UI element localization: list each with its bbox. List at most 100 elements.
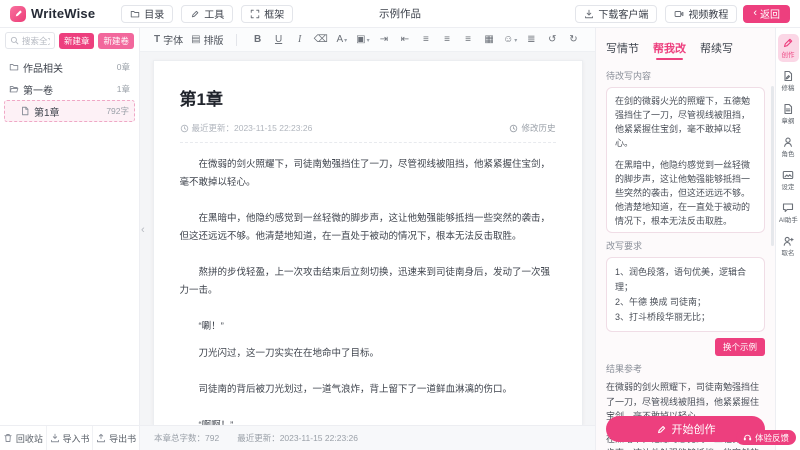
editor-paragraph[interactable]: 刀光闪过，这一刀实实在在地命中了目标。 [180,345,556,363]
align-left-button[interactable]: ≡ [419,34,433,45]
sidebar-footer: 回收站导入书导出书 [0,425,139,450]
feature-rail: 创作修稿章纲角色设定 AI助手取名 [775,28,800,450]
editor-paragraph[interactable]: “唰！” [180,318,556,336]
format-toolbar: T字体 ▤排版 BUI ⌫ A▾ ▣▾ ⇥ ⇤ ≡ ≡ ≡ ▦ ☺▾ ≣ ↺ ↻ [140,28,595,52]
align-right-button[interactable]: ≡ [461,34,475,45]
editor-paragraph[interactable]: 在微弱的剑火照耀下，司徒南勉强挡住了一刀，尽管视线被阻挡，他紧紧握住宝剑，毫不敢… [180,156,556,192]
source-paragraph: 在黑暗中，他隐约感觉到一丝轻微的脚步声，这让他勉强能够抵挡一些突然的袭击，但这还… [615,159,756,229]
download-icon [584,9,594,19]
editor-paragraph[interactable]: 在黑暗中，他隐约感觉到一丝轻微的脚步声，这让他勉强能够抵挡一些突然的袭击，但这还… [180,210,556,246]
word-count: 本章总字数：792 [154,432,219,444]
change-example-button[interactable]: 换个示例 [715,338,765,356]
new-chapter-button[interactable]: 新建章 [59,33,95,49]
format-icon-group: BUI ⌫ A▾ ▣▾ ⇥ ⇤ ≡ ≡ ≡ ▦ ☺▾ ≣ ↺ ↻ [251,34,581,45]
redo-button[interactable]: ↻ [566,34,580,45]
panel-scrollbar[interactable] [771,86,774,246]
align-center-button[interactable]: ≡ [440,34,454,45]
ai-assistant-panel: 写情节帮我改帮续写 待改写内容 在剑的微弱火光的照耀下，五德勉强挡住了一刀，尽管… [595,28,775,450]
bold-button[interactable]: B [251,34,265,45]
document-title: 示例作品 [379,6,421,21]
tree-item-chapter-1[interactable]: 第1章792字 [4,100,135,122]
headset-icon [743,433,752,442]
chapter-tree: 作品相关0章第一卷1章第1章792字 [0,53,139,125]
rail-characters-button[interactable]: 角色 [778,133,799,161]
paragraph-group: 司徒南的背后被刀光划过，一道气浪炸，背上留下了一道鲜血淋漓的伤口。 [180,381,556,399]
line-spacing-button[interactable]: ≣ [524,34,538,45]
rail-chapter-outline-button[interactable]: 章纲 [778,100,799,128]
revision-history-button[interactable]: 修改历史 [509,122,555,134]
clear-format-button[interactable]: ⌫ [314,34,328,45]
tab-help-continue[interactable]: 帮续写 [700,40,733,60]
layout-button[interactable]: ▤排版 [187,32,227,47]
import-book-button[interactable]: 导入书 [46,426,93,450]
person-icon [782,136,794,148]
font-icon: T [154,34,160,45]
back-button[interactable]: ‹ 返回 [743,5,790,23]
insert-divider-button[interactable]: ▦ [482,34,496,45]
search-input[interactable] [22,36,50,46]
tree-item-works-related[interactable]: 作品相关0章 [0,56,139,78]
font-color-button[interactable]: A▾ [335,34,349,45]
editor-page[interactable]: 第1章 最近更新：2023-11-15 22:23:26 修改历史 [153,60,583,425]
tree-item-count: 0章 [117,61,130,73]
underline-button[interactable]: U [272,34,286,45]
writewise-logo-icon [10,6,26,22]
tree-item-volume-1[interactable]: 第一卷1章 [0,78,139,100]
chapter-body[interactable]: 在微弱的剑火照耀下，司徒南勉强挡住了一刀，尽管视线被阻挡，他紧紧握住宝剑，毫不敢… [180,156,556,425]
new-volume-button[interactable]: 新建卷 [98,33,134,49]
folder-icon [130,9,140,19]
rewrite-source-textarea[interactable]: 在剑的微弱火光的照耀下，五德勉强挡住了一刀，尽管视线被阻挡，他紧紧握住宝剑，毫不… [606,87,765,233]
rail-revise-draft-button[interactable]: 修稿 [778,67,799,95]
insert-emoji-button[interactable]: ☺▾ [503,34,517,45]
requirements-label: 改写要求 [606,239,765,252]
folder-open-icon [9,84,19,94]
clock-icon [180,124,189,133]
tab-write-plot[interactable]: 写情节 [606,40,639,60]
rail-ai-assistant-button[interactable]: AI助手 [778,199,799,227]
tab-help-rewrite[interactable]: 帮我改 [653,40,686,60]
requirement-line: 1、润色段落，语句优美，逻辑合理； [615,265,756,295]
header-nav: 目录工具框架 [121,5,293,23]
tree-item-count: 1章 [117,83,130,95]
rail-settings-button[interactable]: 设定 [778,166,799,194]
indent-increase-button[interactable]: ⇥ [377,34,391,45]
paragraph-group: 熬拼的步伐轻盈，上一次攻击结束后立刻切换，迅速来到司徒南身后，发动了一次强力一击… [180,264,556,300]
collapse-sidebar-handle[interactable]: ‹ [141,224,145,236]
download-client-button[interactable]: 下载客户端 [575,5,657,23]
editor-paragraph[interactable]: 司徒南的背后被刀光划过，一道气浪炸，背上留下了一道鲜血淋漓的伤口。 [180,381,556,399]
trash-icon [3,433,13,443]
editor-paragraph[interactable]: “啊啊！” [180,417,556,425]
tree-item-count: 792字 [106,105,129,117]
header-tools-button[interactable]: 工具 [181,5,233,23]
header-catalog-button[interactable]: 目录 [121,5,173,23]
header-framework-button[interactable]: 框架 [241,5,293,23]
export-book-button[interactable]: 导出书 [92,426,139,450]
folder-icon [9,62,19,72]
indent-decrease-button[interactable]: ⇤ [398,34,412,45]
rail-create-button[interactable]: 创作 [778,34,799,62]
result-label: 结果参考 [606,362,765,375]
recycle-bin-button[interactable]: 回收站 [0,426,46,450]
paragraph-group: 在微弱的剑火照耀下，司徒南勉强挡住了一刀，尽管视线被阻挡，他紧紧握住宝剑，毫不敢… [180,156,556,192]
rail-naming-button[interactable]: 取名 [778,232,799,260]
requirement-line: 3、打斗桥段华丽无比； [615,310,756,325]
chapter-title: 第1章 [180,85,556,110]
insert-image-button[interactable]: ▣▾ [356,34,370,45]
layout-icon: ▤ [191,34,200,45]
status-last-updated: 最近更新：2023-11-15 22:23:26 [237,432,358,444]
editor-paragraph[interactable]: 熬拼的步伐轻盈，上一次攻击结束后立刻切换，迅速来到司徒南身后，发动了一次强力一击… [180,264,556,300]
app-logo: WriteWise [10,6,95,22]
feedback-button[interactable]: 体验反馈 [736,430,796,445]
writewise-app: WriteWise 目录工具框架 示例作品 下载客户端视频教程 ‹ 返回 新建章… [0,0,800,450]
font-button[interactable]: T字体 [150,32,187,47]
requirement-line: 2、午德 换成 司徒南； [615,295,756,310]
undo-button[interactable]: ↺ [545,34,559,45]
rewrite-requirements-textarea[interactable]: 1、润色段落，语句优美，逻辑合理；2、午德 换成 司徒南；3、打斗桥段华丽无比； [606,257,765,332]
editor-status-bar: 本章总字数：792 最近更新：2023-11-15 22:23:26 [140,425,595,450]
sidebar-top-row: 新建章 新建卷 [0,28,139,53]
video-tutorial-button[interactable]: 视频教程 [665,5,737,23]
import-icon [50,433,60,443]
italic-button[interactable]: I [293,34,307,45]
search-box[interactable] [5,32,55,49]
editor-canvas: ‹ 第1章 最近更新：2023-11-15 22:23:26 修改历史 [140,52,595,425]
